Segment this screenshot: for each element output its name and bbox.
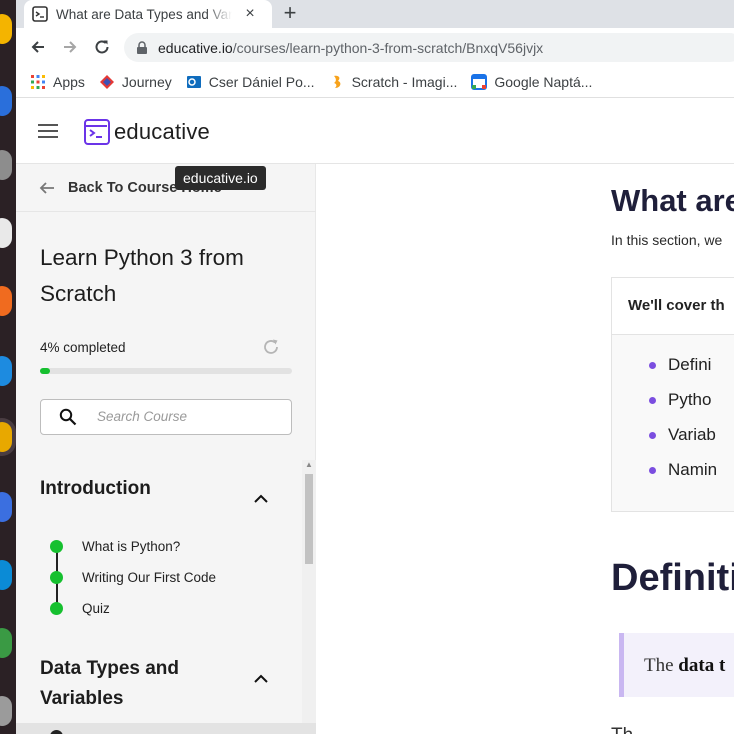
dock-app-icon[interactable]	[0, 14, 12, 44]
progress-bar-fill	[40, 368, 51, 374]
lesson-label: What is Python?	[82, 538, 181, 554]
sidebar-scrollbar[interactable]: ▲	[302, 460, 316, 734]
bookmark-journey[interactable]: Journey	[99, 74, 172, 90]
url-host: educative.io	[158, 39, 233, 56]
browser-tab-bar: What are Data Types and Variables × +	[16, 0, 734, 28]
topic-label: Variab	[668, 425, 716, 444]
arrow-left-icon	[39, 182, 54, 194]
browser-tab[interactable]: What are Data Types and Variables ×	[24, 0, 272, 28]
dock-app-icon[interactable]	[0, 150, 12, 180]
bookmark-apps[interactable]: Apps	[30, 74, 85, 90]
journey-icon	[99, 74, 114, 89]
site-header: educative	[16, 99, 734, 164]
search-course-input[interactable]	[97, 409, 277, 424]
progress-bar	[40, 368, 292, 374]
educative-favicon-icon	[32, 6, 48, 22]
bookmark-label: Cser Dániel Po...	[208, 73, 315, 90]
ubuntu-dock	[0, 0, 16, 734]
paragraph-text: Th	[611, 725, 633, 734]
terminal-glyph-icon	[86, 125, 107, 138]
logo-text[interactable]: educative	[114, 119, 210, 145]
bookmark-label: Scratch - Imagi...	[351, 73, 458, 90]
dock-app-icon[interactable]	[0, 696, 12, 726]
forward-arrow-icon[interactable]	[60, 37, 80, 57]
back-to-course-home-link[interactable]: Back To Course Home	[16, 164, 316, 212]
apps-grid-icon	[31, 74, 45, 89]
lesson-item[interactable]: Quiz	[50, 598, 110, 618]
bookmark-scratch[interactable]: Scratch - Imagi...	[329, 73, 458, 90]
scrollbar-thumb[interactable]	[305, 474, 313, 564]
address-bar[interactable]: educative.io/courses/learn-python-3-from…	[124, 33, 734, 62]
lesson-intro: In this section, we	[611, 232, 723, 248]
definition-callout: The data t	[619, 633, 734, 697]
topic-label: Pytho	[668, 390, 712, 409]
dock-app-icon[interactable]	[0, 356, 12, 386]
browser-toolbar: educative.io/courses/learn-python-3-from…	[16, 28, 734, 66]
section-heading: Definiti	[611, 557, 734, 599]
lesson-item[interactable]: Writing Our First Code	[50, 567, 216, 587]
bullet-icon	[649, 397, 656, 404]
bullet-icon	[649, 467, 656, 474]
chevron-up-icon[interactable]	[252, 670, 270, 688]
reload-icon[interactable]	[92, 37, 112, 57]
completed-dot-icon	[50, 570, 63, 584]
bookmark-label: Apps	[53, 73, 85, 90]
topic-item: Namin	[649, 460, 718, 480]
progress-label: 4% completed	[40, 340, 126, 355]
lesson-label: Writing Our First Code	[82, 569, 217, 585]
chevron-up-icon[interactable]	[252, 490, 270, 508]
scratch-icon	[333, 75, 340, 88]
bookmark-outlook[interactable]: Cser Dániel Po...	[186, 74, 315, 90]
course-search-box	[40, 399, 292, 435]
callout-prefix: The	[644, 655, 674, 676]
url-text: educative.io/courses/learn-python-3-from…	[158, 40, 543, 56]
bullet-icon	[649, 432, 656, 439]
close-tab-icon[interactable]: ×	[242, 5, 258, 23]
topic-item: Pytho	[649, 390, 712, 410]
google-calendar-icon	[471, 73, 488, 90]
dock-app-icon[interactable]	[0, 560, 12, 590]
topic-label: Namin	[668, 460, 718, 479]
topics-covered-box: We'll cover th Defini Pytho Variab Namin	[611, 277, 734, 512]
lesson-label: Quiz	[82, 600, 110, 616]
hamburger-menu-icon[interactable]	[38, 124, 58, 138]
outlook-icon	[186, 75, 201, 88]
topic-item: Defini	[649, 355, 712, 375]
completed-dot-icon	[50, 601, 63, 615]
course-title: Learn Python 3 from Scratch	[40, 245, 244, 306]
back-arrow-icon[interactable]	[28, 37, 48, 57]
lock-icon[interactable]	[136, 40, 148, 55]
url-path: /courses/learn-python-3-from-scratch/Bnx…	[232, 39, 544, 56]
topic-label: Defini	[668, 355, 712, 374]
new-tab-button[interactable]: +	[278, 2, 302, 24]
educative-logo-icon[interactable]	[84, 119, 110, 145]
dock-app-icon[interactable]	[0, 492, 12, 522]
tab-title: What are Data Types and Variables	[56, 6, 232, 22]
bookmark-google-calendar[interactable]: Google Naptá...	[471, 73, 593, 90]
dock-app-icon[interactable]	[0, 628, 12, 658]
section-title-data-types[interactable]: Data Types and Variables	[40, 654, 240, 714]
dock-app-icon[interactable]	[0, 86, 12, 116]
search-icon	[59, 408, 77, 426]
dock-app-icon[interactable]	[0, 286, 12, 316]
completed-dot-icon	[50, 539, 63, 553]
url-tooltip: educative.io	[175, 166, 266, 190]
callout-bold: data t	[678, 655, 726, 676]
topics-covered-header: We'll cover th	[612, 278, 734, 335]
bullet-icon	[649, 362, 656, 369]
scroll-up-icon[interactable]: ▲	[305, 460, 313, 469]
bookmarks-bar: Apps Journey Cser Dániel Po... Scratch -…	[16, 66, 734, 98]
dock-app-icon[interactable]	[0, 422, 12, 452]
topic-item: Variab	[649, 425, 716, 445]
course-sidebar: Back To Course Home Learn Python 3 from …	[16, 164, 316, 734]
lesson-item[interactable]: What is Python?	[50, 536, 180, 556]
bookmark-label: Journey	[121, 73, 172, 90]
dock-app-icon[interactable]	[0, 218, 12, 248]
section-title-introduction[interactable]: Introduction	[40, 474, 240, 504]
lesson-title: What are	[611, 183, 734, 218]
topics-covered-heading: We'll cover th	[628, 297, 725, 314]
bookmark-label: Google Naptá...	[494, 73, 593, 90]
callout-text: The data t	[644, 655, 725, 677]
reset-progress-icon[interactable]	[262, 338, 280, 356]
